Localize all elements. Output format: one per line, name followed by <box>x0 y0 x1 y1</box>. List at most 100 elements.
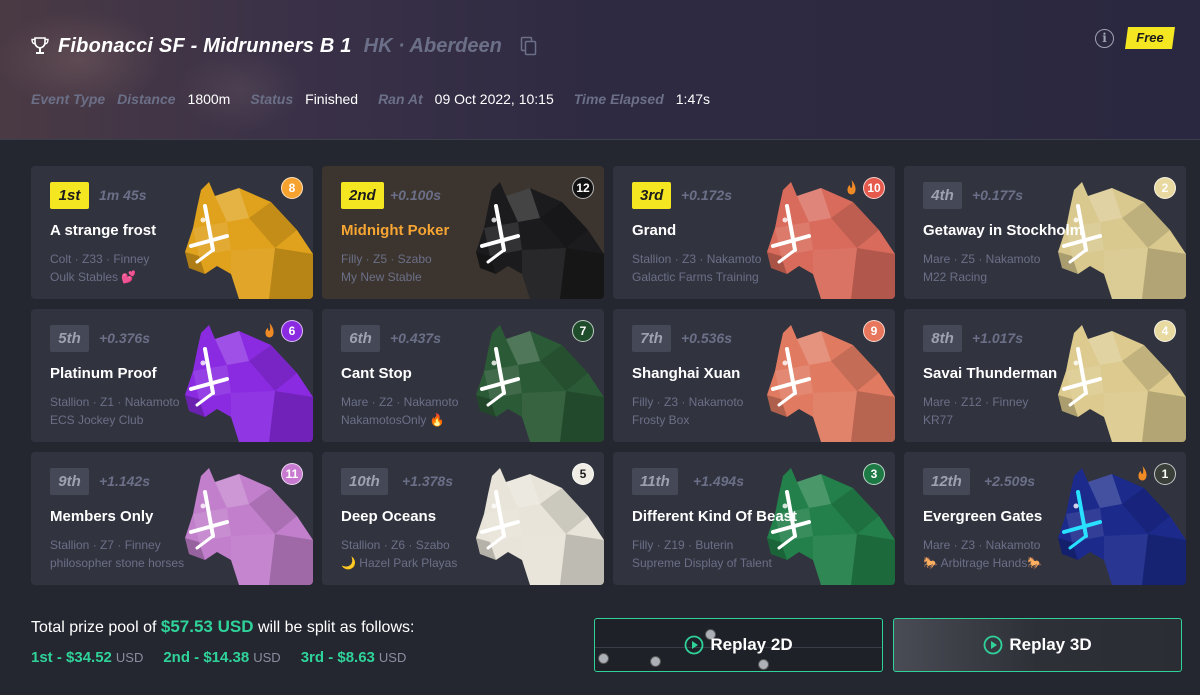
horse-stable[interactable]: NakamotosOnly 🔥 <box>341 413 445 427</box>
split-amount: 1st - $34.52 <box>31 649 112 666</box>
gate-number-badge: 8 <box>281 177 303 199</box>
horse-details: Stallion · Z3 · Nakamoto <box>632 252 762 266</box>
horse-details: Filly · Z5 · Szabo <box>341 252 432 266</box>
result-card[interactable]: 9th +1.142s Members Only Stallion · Z7 · Fi… <box>31 452 313 585</box>
horse-stable[interactable]: Galactic Farms Training <box>632 270 759 284</box>
horse-details: Stallion · Z7 · Finney <box>50 538 161 552</box>
split-amount: 3rd - $8.63 <box>300 649 375 666</box>
finish-position-badge: 6th <box>341 325 380 352</box>
header-background-art <box>0 0 340 139</box>
time-gap: +1.378s <box>402 473 453 489</box>
horse-stable[interactable]: M22 Racing <box>923 270 987 284</box>
result-card[interactable]: 2nd +0.100s Midnight Poker Filly · Z5 · Sza… <box>322 166 604 299</box>
horse-name[interactable]: Deep Oceans <box>341 508 436 525</box>
meta-label-time-elapsed: Time Elapsed <box>573 91 664 107</box>
horse-stable[interactable]: 🌙 Hazel Park Playas <box>341 556 457 570</box>
horse-stable[interactable]: KR77 <box>923 413 953 427</box>
horse-name[interactable]: Different Kind Of Beast <box>632 508 797 525</box>
gate-number-badge: 7 <box>572 320 594 342</box>
time-gap: +0.437s <box>390 330 441 346</box>
meta-label-ran-at: Ran At <box>378 91 423 107</box>
gate-number-badge: 11 <box>281 463 303 485</box>
result-card[interactable]: 6th +0.437s Cant Stop Mare · Z2 · Nakamoto N… <box>322 309 604 442</box>
horse-name[interactable]: A strange frost <box>50 222 156 239</box>
split-unit: USD <box>115 650 144 665</box>
replay-3d-label: Replay 3D <box>1009 635 1092 654</box>
horse-stable[interactable]: Frosty Box <box>632 413 689 427</box>
track-marker <box>598 653 609 664</box>
replay-3d-button[interactable]: Replay 3D <box>893 618 1182 672</box>
time-gap: +1.494s <box>693 473 744 489</box>
gate-number-badge: 12 <box>572 177 594 199</box>
finish-position-badge: 2nd <box>341 182 384 209</box>
race-meta-row: Event Type Distance 1800m Status Finishe… <box>31 90 730 108</box>
free-badge: Free <box>1125 27 1175 49</box>
result-card[interactable]: 5th +0.376s Platinum Proof Stallion · Z1 · … <box>31 309 313 442</box>
result-card[interactable]: 10th +1.378s Deep Oceans Stallion · Z6 · Sz… <box>322 452 604 585</box>
meta-value-status: Finished <box>305 91 359 107</box>
horse-stable[interactable]: philosopher stone horses <box>50 556 184 570</box>
time-gap: +0.177s <box>972 187 1023 203</box>
fire-icon <box>265 323 274 338</box>
result-card[interactable]: 4th +0.177s Getaway in Stockholm Mare · Z5 … <box>904 166 1186 299</box>
result-card[interactable]: 1st 1m 45s A strange frost Colt · Z33 · Fin… <box>31 166 313 299</box>
time-gap: +0.376s <box>99 330 150 346</box>
result-card[interactable]: 7th +0.536s Shanghai Xuan Filly · Z3 · Naka… <box>613 309 895 442</box>
horse-name[interactable]: Cant Stop <box>341 365 412 382</box>
time-gap: +2.509s <box>984 473 1035 489</box>
prize-splits: 1st - $34.52 USD 2nd - $14.38 USD 3rd - $8… <box>31 649 426 666</box>
horse-stable[interactable]: My New Stable <box>341 270 422 284</box>
finish-position-badge: 3rd <box>632 182 672 209</box>
gate-number-badge: 5 <box>572 463 594 485</box>
copy-icon[interactable] <box>520 36 538 56</box>
race-location: HK · Aberdeen <box>363 34 502 57</box>
split-unit: USD <box>253 650 281 665</box>
result-card[interactable]: 3rd +0.172s Grand Stallion · Z3 · Nakamoto G… <box>613 166 895 299</box>
meta-label-distance: Distance <box>117 91 176 107</box>
horse-stable[interactable]: Supreme Display of Talent <box>632 556 772 570</box>
time-gap: +0.172s <box>681 187 732 203</box>
split-amount: 2nd - $14.38 <box>163 649 250 666</box>
finish-position-badge: 5th <box>50 325 89 352</box>
prize-split-3rd: 3rd - $8.63 USD <box>301 649 407 666</box>
meta-value-ran-at: 09 Oct 2022, 10:15 <box>434 91 554 107</box>
time-gap: +1.142s <box>99 473 150 489</box>
gate-number-badge: 9 <box>863 320 885 342</box>
horse-name[interactable]: Getaway in Stockholm <box>923 222 1083 239</box>
result-card[interactable]: 12th +2.509s Evergreen Gates Mare · Z3 · Na… <box>904 452 1186 585</box>
horse-stable[interactable]: ECS Jockey Club <box>50 413 143 427</box>
result-card[interactable]: 11th +1.494s Different Kind Of Beast Filly … <box>613 452 895 585</box>
meta-label-event-type: Event Type <box>31 91 106 107</box>
play-icon <box>983 635 1003 655</box>
horse-name[interactable]: Evergreen Gates <box>923 508 1042 525</box>
horse-details: Mare · Z12 · Finney <box>923 395 1029 409</box>
split-unit: USD <box>378 650 407 665</box>
finish-position-badge: 4th <box>923 182 962 209</box>
time-gap: +1.017s <box>972 330 1023 346</box>
info-icon[interactable]: i <box>1095 29 1114 48</box>
horse-details: Mare · Z2 · Nakamoto <box>341 395 459 409</box>
horse-name[interactable]: Grand <box>632 222 676 239</box>
horse-stable[interactable]: Oulk Stables 💕 <box>50 270 136 284</box>
horse-name[interactable]: Members Only <box>50 508 153 525</box>
gate-number-badge: 10 <box>863 177 885 199</box>
time-gap: +0.100s <box>390 187 441 203</box>
meta-value-distance: 1800m <box>187 91 231 107</box>
finish-position-badge: 12th <box>923 468 970 495</box>
results-grid: 1st 1m 45s A strange frost Colt · Z33 · Fin… <box>31 166 1186 585</box>
horse-name[interactable]: Midnight Poker <box>341 222 449 239</box>
replay-2d-button[interactable]: Replay 2D <box>594 618 883 672</box>
trophy-icon <box>31 37 49 54</box>
horse-name[interactable]: Savai Thunderman <box>923 365 1057 382</box>
horse-name[interactable]: Shanghai Xuan <box>632 365 740 382</box>
finish-position-badge: 10th <box>341 468 388 495</box>
horse-name[interactable]: Platinum Proof <box>50 365 157 382</box>
result-card[interactable]: 8th +1.017s Savai Thunderman Mare · Z12 · F… <box>904 309 1186 442</box>
gate-number-badge: 2 <box>1154 177 1176 199</box>
horse-stable[interactable]: 🐎 Arbitrage Hands🐎 <box>923 556 1042 570</box>
track-marker <box>650 656 661 667</box>
race-title: Fibonacci SF - Midrunners B 1 <box>58 34 352 57</box>
gate-number-badge: 3 <box>863 463 885 485</box>
gate-number-badge: 6 <box>281 320 303 342</box>
play-icon <box>684 635 704 655</box>
